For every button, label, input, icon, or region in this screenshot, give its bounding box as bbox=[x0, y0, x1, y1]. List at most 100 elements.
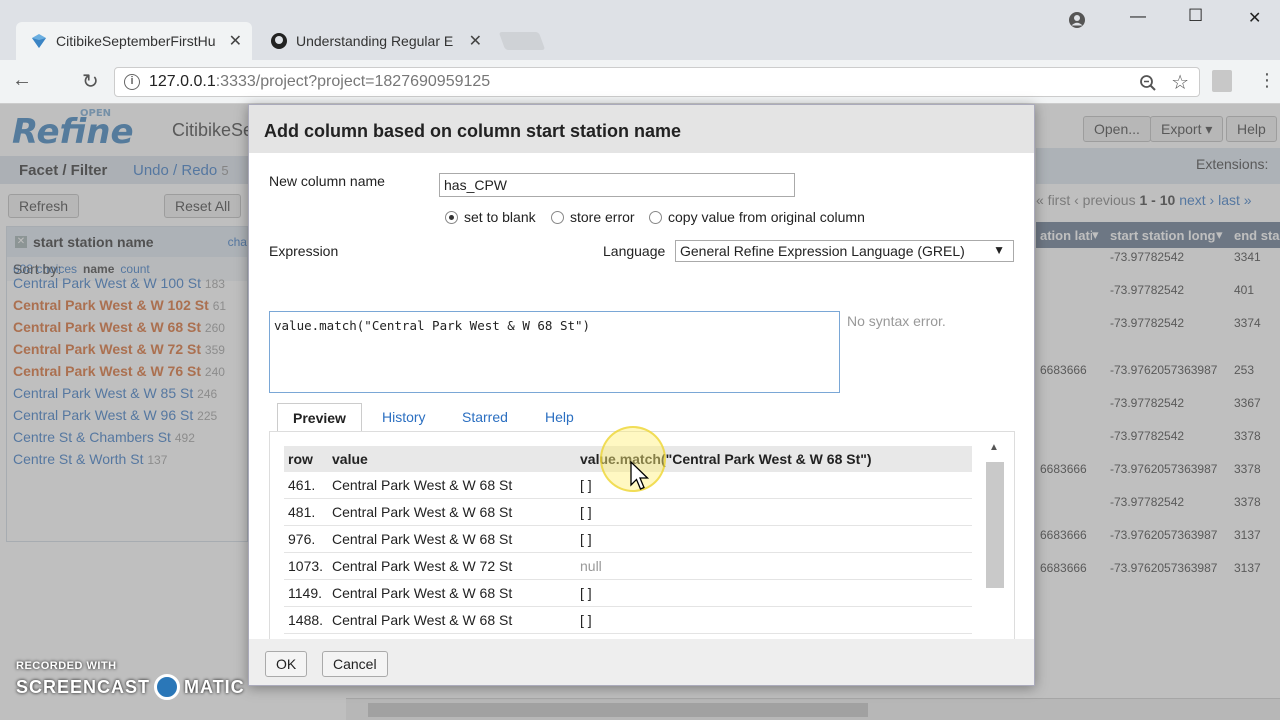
grid-cell[interactable] bbox=[1036, 429, 1106, 443]
facet-choice[interactable]: Centre St & Chambers St 492 bbox=[7, 429, 247, 446]
browser-tab-github[interactable]: Understanding Regular E ✕ bbox=[256, 22, 492, 60]
grid-cell[interactable]: -73.9762057363987 bbox=[1106, 363, 1230, 377]
bookmark-star-icon[interactable]: ☆ bbox=[1171, 70, 1189, 95]
facet-choice[interactable]: Central Park West & W 68 St 260 bbox=[7, 319, 247, 336]
grid-cell[interactable]: -73.97782542 bbox=[1106, 316, 1230, 330]
facet-choice[interactable]: Central Park West & W 76 St 240 bbox=[7, 363, 247, 380]
grid-cell[interactable]: 6683666 bbox=[1036, 462, 1106, 476]
open-button[interactable]: Open... bbox=[1083, 116, 1151, 142]
expression-textarea[interactable]: value.match("Central Park West & W 68 St… bbox=[269, 311, 840, 393]
browser-tab-refine[interactable]: CitibikeSeptemberFirstHu ✕ bbox=[16, 22, 252, 60]
facet-choice[interactable]: Central Park West & W 100 St 183 bbox=[7, 275, 247, 292]
facet-change-link[interactable]: change bbox=[228, 235, 247, 249]
grid-cell[interactable]: 6683666 bbox=[1036, 561, 1106, 575]
row-value: Central Park West & W 68 St bbox=[332, 585, 513, 601]
on-error-copy[interactable]: copy value from original column bbox=[649, 209, 865, 225]
grid-cell[interactable]: -73.9762057363987 bbox=[1106, 528, 1230, 542]
grid-cell[interactable] bbox=[1036, 316, 1106, 330]
cancel-button[interactable]: Cancel bbox=[322, 651, 388, 677]
grid-cell[interactable]: -73.97782542 bbox=[1106, 396, 1230, 410]
tab-starred[interactable]: Starred bbox=[447, 403, 523, 433]
dialog-body: New column name has_CPW set to blank sto… bbox=[249, 153, 1034, 667]
maximize-icon[interactable]: ☐ bbox=[1188, 6, 1203, 26]
grid-cell[interactable]: -73.9762057363987 bbox=[1106, 462, 1230, 476]
info-icon[interactable]: i bbox=[124, 74, 140, 90]
refine-logo: OPEN Refine bbox=[12, 108, 134, 152]
pager-first[interactable]: « first bbox=[1036, 192, 1070, 208]
grid-cell[interactable]: 3367 bbox=[1230, 396, 1280, 410]
grid-cell[interactable]: -73.97782542 bbox=[1106, 495, 1230, 509]
tab-history[interactable]: History bbox=[367, 403, 441, 433]
on-error-store[interactable]: store error bbox=[551, 209, 635, 225]
grid-cell[interactable]: 253 bbox=[1230, 363, 1280, 377]
pager-last[interactable]: last » bbox=[1218, 192, 1251, 208]
screencast-watermark: RECORDED WITH SCREENCAST MATIC bbox=[16, 660, 245, 700]
pager-next[interactable]: next › bbox=[1179, 192, 1214, 208]
grid-cell[interactable]: -73.97782542 bbox=[1106, 429, 1230, 443]
export-button[interactable]: Export ▾ bbox=[1150, 116, 1224, 142]
help-button[interactable]: Help bbox=[1226, 116, 1277, 142]
column-header[interactable]: ation latit bbox=[1036, 228, 1092, 243]
grid-cell[interactable]: 3137 bbox=[1230, 528, 1280, 542]
project-name[interactable]: CitibikeSe bbox=[172, 120, 253, 141]
sort-name-option[interactable]: name bbox=[83, 262, 114, 276]
sort-count-option[interactable]: count bbox=[120, 262, 149, 276]
tab-facet-filter[interactable]: Facet / Filter bbox=[19, 162, 107, 179]
profile-icon[interactable] bbox=[1068, 11, 1086, 29]
scrollbar-thumb[interactable] bbox=[986, 462, 1004, 588]
pager-previous[interactable]: ‹ previous bbox=[1074, 192, 1135, 208]
grid-cell[interactable]: 6683666 bbox=[1036, 528, 1106, 542]
column-header[interactable]: end sta bbox=[1230, 228, 1280, 243]
grid-cell[interactable]: 3378 bbox=[1230, 495, 1280, 509]
close-icon[interactable]: ✕ bbox=[469, 31, 482, 51]
scroll-up-icon[interactable]: ▲ bbox=[989, 442, 999, 453]
radio-icon bbox=[649, 210, 662, 224]
menu-icon[interactable]: ⋮ bbox=[1258, 70, 1276, 91]
facet-choice[interactable]: Central Park West & W 96 St 225 bbox=[7, 407, 247, 424]
grid-cell[interactable]: 3341 bbox=[1230, 250, 1280, 264]
grid-cell[interactable]: 6683666 bbox=[1036, 363, 1106, 377]
grid-cell[interactable]: 3137 bbox=[1230, 561, 1280, 575]
zoom-icon[interactable] bbox=[1139, 74, 1157, 92]
grid-cell[interactable]: 3378 bbox=[1230, 462, 1280, 476]
tab-help[interactable]: Help bbox=[530, 403, 589, 433]
facet-choice[interactable]: Central Park West & W 85 St 246 bbox=[7, 385, 247, 402]
remove-facet-icon[interactable]: ✕ bbox=[15, 236, 27, 248]
scrollbar-thumb[interactable] bbox=[368, 703, 868, 717]
facet-choice[interactable]: Central Park West & W 102 St 61 bbox=[7, 297, 247, 314]
language-select[interactable]: General Refine Expression Language (GREL… bbox=[675, 240, 1014, 262]
new-tab-button[interactable] bbox=[498, 32, 546, 50]
close-icon[interactable]: ✕ bbox=[229, 31, 242, 51]
grid-cell[interactable]: -73.9762057363987 bbox=[1106, 561, 1230, 575]
window-close-icon[interactable]: ✕ bbox=[1248, 8, 1261, 28]
column-menu-icon[interactable]: ▾ bbox=[1092, 227, 1106, 243]
address-bar[interactable]: i 127.0.0.1:3333/project?project=1827690… bbox=[114, 67, 1200, 97]
column-header[interactable]: start station long bbox=[1106, 228, 1216, 243]
refresh-button[interactable]: Refresh bbox=[8, 194, 80, 218]
on-error-set-blank[interactable]: set to blank bbox=[445, 209, 536, 225]
new-column-name-input[interactable]: has_CPW bbox=[439, 173, 795, 197]
grid-cell[interactable]: 3374 bbox=[1230, 316, 1280, 330]
back-icon[interactable]: ← bbox=[12, 69, 32, 92]
grid-cell[interactable]: -73.97782542 bbox=[1106, 250, 1230, 264]
facet-choice[interactable]: Centre St & Worth St 137 bbox=[7, 451, 247, 468]
column-menu-icon[interactable]: ▾ bbox=[1216, 227, 1230, 243]
grid-cell[interactable]: -73.97782542 bbox=[1106, 283, 1230, 297]
grid-cell[interactable] bbox=[1036, 283, 1106, 297]
extension-icon[interactable] bbox=[1212, 70, 1232, 92]
grid-cell[interactable] bbox=[1036, 396, 1106, 410]
horizontal-scrollbar[interactable] bbox=[346, 698, 1280, 720]
grid-cell[interactable] bbox=[1036, 495, 1106, 509]
grid-cell[interactable]: 3378 bbox=[1230, 429, 1280, 443]
refine-diamond-icon bbox=[32, 34, 46, 48]
grid-cell[interactable] bbox=[1036, 250, 1106, 264]
facet-choice[interactable]: Central Park West & W 72 St 359 bbox=[7, 341, 247, 358]
tab-undo-redo[interactable]: Undo / Redo 5 bbox=[133, 162, 229, 179]
minimize-icon[interactable]: — bbox=[1130, 8, 1146, 26]
tab-preview[interactable]: Preview bbox=[277, 403, 362, 433]
preview-scrollbar[interactable]: ▲ ▼ bbox=[984, 436, 1004, 658]
grid-cell[interactable]: 401 bbox=[1230, 283, 1280, 297]
reload-icon[interactable]: ↻ bbox=[82, 69, 99, 94]
reset-all-button[interactable]: Reset All bbox=[164, 194, 242, 218]
ok-button[interactable]: OK bbox=[265, 651, 308, 677]
